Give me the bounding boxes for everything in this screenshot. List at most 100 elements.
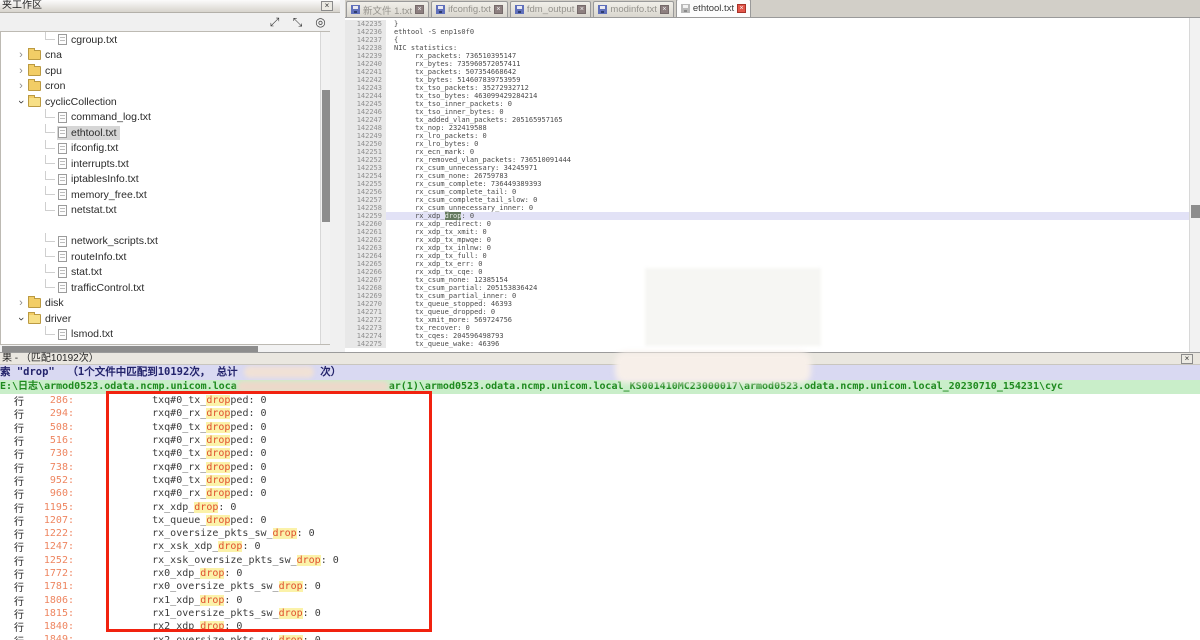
tree-item[interactable]: › cpu	[1, 63, 330, 79]
line-text: ethtool -S enp1s0f0	[386, 28, 1190, 36]
editor-line: 142238 NIC statistics:	[345, 44, 1190, 52]
search-summary-pre: 索 "drop" （1个文件中匹配到10192次， 总计	[0, 366, 244, 378]
tab-close-icon[interactable]: ×	[660, 5, 669, 14]
tree-item-label: iptablesInfo.txt	[71, 173, 139, 185]
line-number: 142249	[345, 132, 386, 140]
expand-arrow-icon[interactable]: ›	[15, 298, 27, 308]
tree-item[interactable]: › cna	[1, 48, 330, 64]
tree-item[interactable]: › driver	[1, 311, 330, 327]
line-text: tx_tso_packets: 35272932712	[386, 84, 1190, 92]
tree-item[interactable]: › cron	[1, 79, 330, 95]
tree-item[interactable]: network_scripts.txt	[1, 234, 330, 250]
line-number: 142262	[345, 236, 386, 244]
redaction-blur	[237, 381, 389, 392]
line-text: rx_ecn_mark: 0	[386, 148, 1190, 156]
line-number: 142273	[345, 324, 386, 332]
result-line-number: 1772:	[27, 568, 74, 579]
line-number: 142263	[345, 244, 386, 252]
workspace-panel-title: 夹工作区 ×	[0, 0, 340, 13]
tree-item-label: cpu	[45, 65, 62, 77]
file-icon	[58, 158, 67, 169]
file-icon	[58, 34, 67, 45]
workspace-toolbar: ⤢ ⤡ ◎	[0, 13, 340, 31]
tree-item[interactable]: trafficControl.txt	[1, 280, 330, 296]
tree-item[interactable]: interrupts.txt	[1, 156, 330, 172]
line-number: 142235	[345, 20, 386, 28]
editor-tab[interactable]: 新文件 1.txt ×	[346, 1, 429, 17]
folder-icon	[28, 66, 41, 76]
tab-close-icon[interactable]: ×	[494, 5, 503, 14]
tree-vertical-scrollbar[interactable]	[320, 32, 330, 345]
tab-label: fdm_output	[527, 4, 575, 15]
result-line-number: 960:	[27, 488, 74, 499]
expand-arrow-icon[interactable]: ›	[15, 81, 27, 91]
line-number: 142264	[345, 252, 386, 260]
expand-arrow-icon[interactable]: ›	[15, 66, 27, 76]
line-number: 142256	[345, 188, 386, 196]
tree-item[interactable]: stat.txt	[1, 265, 330, 281]
tree-item[interactable]: lsmod.txt	[1, 327, 330, 343]
tree-item-label: stat.txt	[71, 266, 102, 278]
tree-item[interactable]: cgroup.txt	[1, 32, 330, 48]
tree-item[interactable]: › cyclicCollection	[1, 94, 330, 110]
redaction-patch	[645, 268, 821, 346]
result-line-number: 738:	[27, 462, 74, 473]
file-icon	[58, 143, 67, 154]
line-number: 142259	[345, 212, 386, 220]
tree-vertical-scrollbar-thumb[interactable]	[322, 90, 330, 222]
result-line-number: 1222:	[27, 528, 74, 539]
tree-item[interactable]: iptablesInfo.txt	[1, 172, 330, 188]
file-saved-icon	[436, 5, 445, 14]
editor-vertical-scrollbar[interactable]	[1189, 18, 1200, 352]
collapse-all-icon[interactable]: ⤡	[290, 15, 305, 30]
editor-tab[interactable]: ethtool.txt ×	[676, 0, 751, 17]
line-number: 142268	[345, 284, 386, 292]
tree-item[interactable]: memory_free.txt	[1, 187, 330, 203]
editor-tab[interactable]: ifconfig.txt ×	[431, 1, 508, 17]
editor-line: 142260 rx_xdp_redirect: 0	[345, 220, 1190, 228]
results-panel-close-icon[interactable]: ×	[1181, 354, 1193, 364]
file-saved-icon	[598, 5, 607, 14]
file-icon	[58, 174, 67, 185]
tab-label: 新文件 1.txt	[363, 3, 412, 17]
editor-tab[interactable]: modinfo.txt ×	[593, 1, 673, 17]
results-title-label: 果 - （匹配10192次）	[2, 353, 99, 364]
line-text: rx_lro_packets: 0	[386, 132, 1190, 140]
line-number: 142266	[345, 268, 386, 276]
editor-line: 142239 rx_packets: 736510395147	[345, 52, 1190, 60]
locate-current-file-icon[interactable]: ◎	[313, 15, 328, 30]
search-summary-line[interactable]: 索 "drop" （1个文件中匹配到10192次， 总计 次）	[0, 365, 1200, 380]
tree-item[interactable]: › disk	[1, 296, 330, 312]
tree-item[interactable]: ifconfig.txt	[1, 141, 330, 157]
editor-vertical-scrollbar-thumb[interactable]	[1191, 205, 1200, 218]
line-text: rx_csum_complete_tail_slow: 0	[386, 196, 1190, 204]
editor-line: 142243 tx_tso_packets: 35272932712	[345, 84, 1190, 92]
tree-item[interactable]	[1, 218, 330, 234]
expand-arrow-icon[interactable]: ›	[15, 50, 27, 60]
expand-arrow-icon[interactable]: ›	[16, 313, 26, 325]
editor-line: 142242 tx_bytes: 514607839753959	[345, 76, 1190, 84]
result-line-number: 1815:	[27, 608, 74, 619]
tab-close-icon[interactable]: ×	[737, 4, 746, 13]
editor-line: 142258 rx_csum_unnecessary_inner: 0	[345, 204, 1190, 212]
result-line-number: 1247:	[27, 541, 74, 552]
editor-tab[interactable]: fdm_output ×	[510, 1, 592, 17]
tree-item[interactable]: command_log.txt	[1, 110, 330, 126]
tab-close-icon[interactable]: ×	[415, 5, 424, 14]
tree-connector-line	[45, 186, 55, 195]
line-number: 142272	[345, 316, 386, 324]
tree-item[interactable]: netstat.txt	[1, 203, 330, 219]
line-number: 142252	[345, 156, 386, 164]
tree-connector-line	[45, 140, 55, 149]
workspace-panel-close-icon[interactable]: ×	[321, 1, 333, 11]
tab-close-icon[interactable]: ×	[577, 5, 586, 14]
tree-item[interactable]: ethtool.txt	[1, 125, 330, 141]
line-text: rx_csum_unnecessary: 34245971	[386, 164, 1190, 172]
redaction-blur	[615, 352, 811, 383]
tree-item[interactable]: routeInfo.txt	[1, 249, 330, 265]
expand-arrow-icon[interactable]: ›	[16, 96, 26, 108]
line-number: 142241	[345, 68, 386, 76]
tree-item-label: routeInfo.txt	[71, 251, 126, 263]
expand-all-icon[interactable]: ⤢	[267, 15, 282, 30]
search-result-row[interactable]: 行 1849: rx2_oversize_pkts_sw_drop: 0	[0, 633, 1200, 640]
